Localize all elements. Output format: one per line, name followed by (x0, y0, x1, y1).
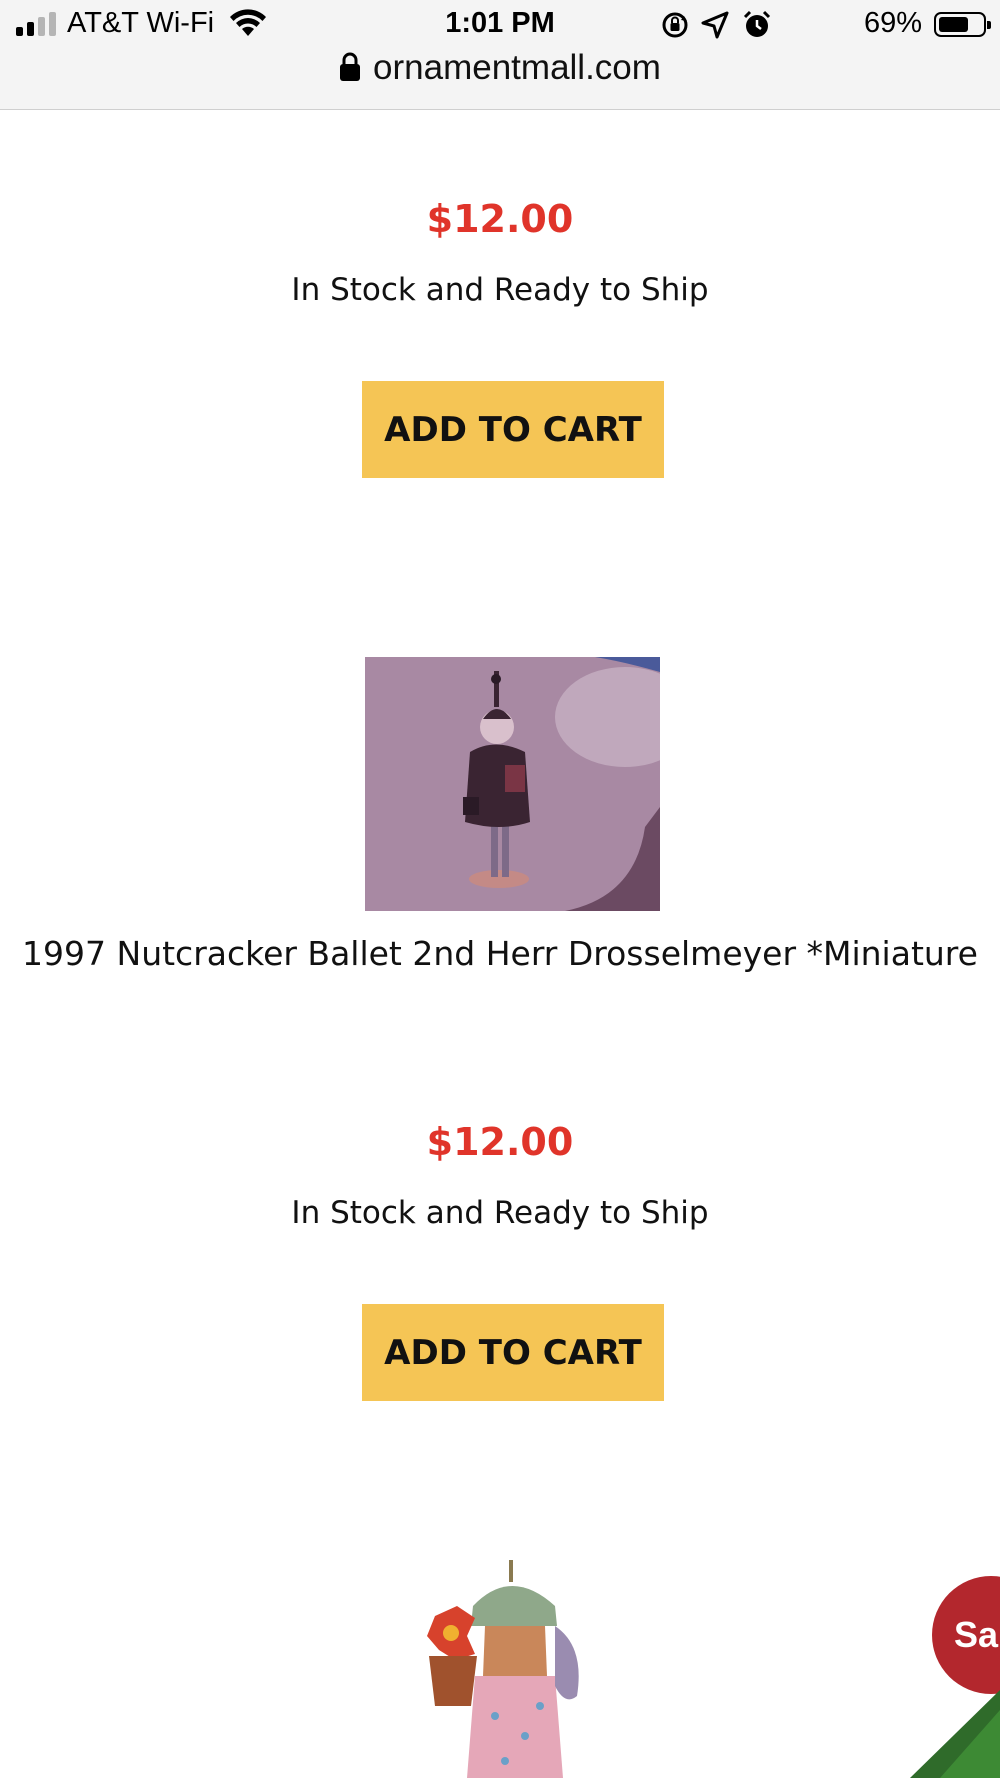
lock-icon (340, 52, 361, 81)
add-to-cart-button[interactable]: ADD TO CART (362, 381, 664, 478)
chat-widget-label: Sa (954, 1614, 999, 1655)
location-icon (701, 11, 729, 39)
address-bar[interactable]: ornamentmall.com (0, 48, 1000, 98)
product-image[interactable] (365, 657, 660, 911)
status-time: 1:01 PM (445, 7, 555, 39)
alarm-icon (743, 10, 771, 37)
product-image[interactable] (405, 1556, 605, 1778)
url-text: ornamentmall.com (373, 48, 661, 87)
product-price: $12.00 (426, 197, 574, 241)
rotation-lock-icon (662, 12, 688, 38)
add-to-cart-button[interactable]: ADD TO CART (362, 1304, 664, 1401)
stock-status: In Stock and Ready to Ship (291, 1195, 709, 1231)
product-price: $12.00 (426, 1120, 574, 1164)
status-bar: AT&T Wi-Fi 1:01 PM 69% (0, 0, 1000, 50)
decorative-tree-corner (910, 1690, 1000, 1778)
battery-icon (934, 12, 991, 37)
battery-percent: 69% (863, 7, 922, 39)
browser-chrome: AT&T Wi-Fi 1:01 PM 69% ornamentmall.com (0, 0, 1000, 110)
stock-status: In Stock and Ready to Ship (291, 272, 709, 308)
chat-widget-button[interactable]: Sa (932, 1576, 1000, 1694)
battery-fill (939, 17, 968, 32)
product-title[interactable]: 1997 Nutcracker Ballet 2nd Herr Drosselm… (0, 934, 1000, 973)
